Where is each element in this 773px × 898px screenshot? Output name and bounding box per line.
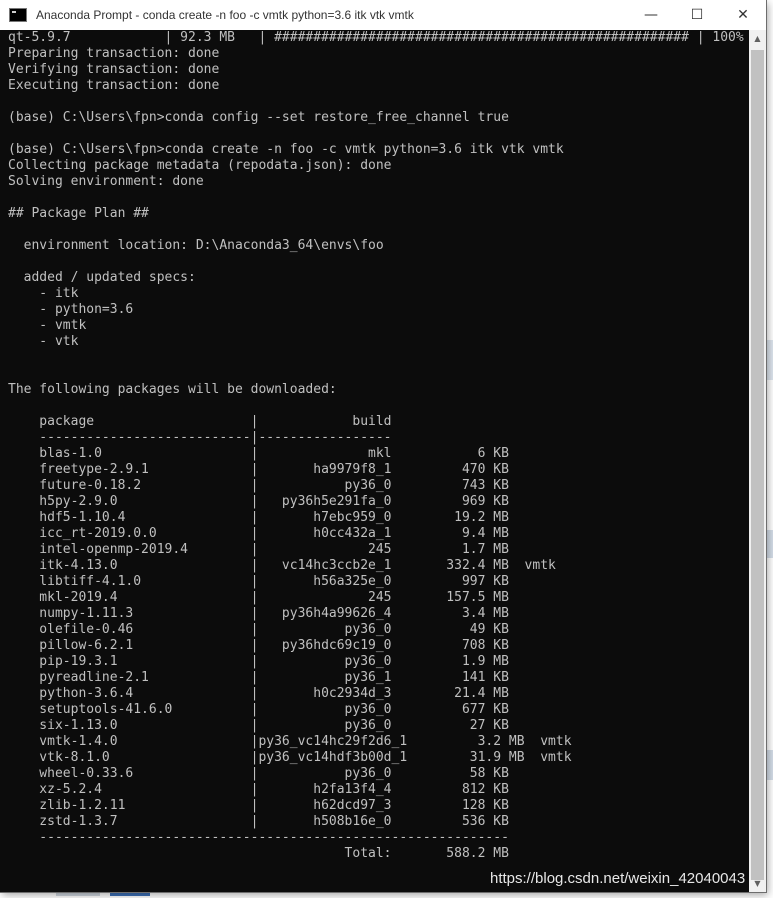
console-line: Solving environment: done bbox=[8, 174, 204, 189]
scrollbar-thumb[interactable] bbox=[751, 50, 764, 880]
console-line: Total: 588.2 MB bbox=[8, 846, 509, 861]
console-line: setuptools-41.6.0 | py36_0 677 KB bbox=[8, 702, 509, 717]
console-line: icc_rt-2019.0.0 | h0cc432a_1 9.4 MB bbox=[8, 526, 509, 541]
console-line: Verifying transaction: done bbox=[8, 62, 220, 77]
minimize-icon: — bbox=[644, 7, 658, 23]
window-title: Anaconda Prompt - conda create -n foo -c… bbox=[36, 8, 414, 22]
console-line: package | build bbox=[8, 414, 392, 429]
console-line: blas-1.0 | mkl 6 KB bbox=[8, 446, 509, 461]
console-line: libtiff-4.1.0 | h56a325e_0 997 KB bbox=[8, 574, 509, 589]
console-line: vmtk-1.4.0 |py36_vc14hc29f2d6_1 3.2 MB v… bbox=[8, 734, 572, 749]
scroll-down-icon[interactable]: ▼ bbox=[749, 875, 766, 892]
console-line: pip-19.3.1 | py36_0 1.9 MB bbox=[8, 654, 509, 669]
maximize-button[interactable]: ☐ bbox=[674, 0, 720, 30]
console-line: - vtk bbox=[8, 334, 79, 349]
console-line: qt-5.9.7 | 92.3 MB | ###################… bbox=[8, 30, 744, 45]
scroll-up-icon[interactable]: ▲ bbox=[749, 30, 766, 47]
console-line: environment location: D:\Anaconda3_64\en… bbox=[8, 238, 384, 253]
vertical-scrollbar[interactable]: ▲ ▼ bbox=[749, 30, 766, 892]
console-line: vtk-8.1.0 |py36_vc14hdf3b00d_1 31.9 MB v… bbox=[8, 750, 572, 765]
console-line: hdf5-1.10.4 | h7ebc959_0 19.2 MB bbox=[8, 510, 509, 525]
console-line: The following packages will be downloade… bbox=[8, 382, 337, 397]
background-window-edge-right bbox=[766, 30, 773, 898]
console-line: - vmtk bbox=[8, 318, 87, 333]
console-line: (base) C:\Users\fpn>conda config --set r… bbox=[8, 110, 509, 125]
console-line: Preparing transaction: done bbox=[8, 46, 220, 61]
close-button[interactable]: ✕ bbox=[720, 0, 766, 30]
console-line: numpy-1.11.3 | py36h4a99626_4 3.4 MB bbox=[8, 606, 509, 621]
console-line: ---------------------------|------------… bbox=[8, 430, 392, 445]
console-line: python-3.6.4 | h0c2934d_3 21.4 MB bbox=[8, 686, 509, 701]
console-line: h5py-2.9.0 | py36h5e291fa_0 969 KB bbox=[8, 494, 509, 509]
title-bar[interactable]: Anaconda Prompt - conda create -n foo -c… bbox=[0, 0, 766, 30]
console-line: intel-openmp-2019.4 | 245 1.7 MB bbox=[8, 542, 509, 557]
console-line: zlib-1.2.11 | h62dcd97_3 128 KB bbox=[8, 798, 509, 813]
console-line: - python=3.6 bbox=[8, 302, 134, 317]
console-window: Anaconda Prompt - conda create -n foo -c… bbox=[0, 0, 766, 892]
close-icon: ✕ bbox=[737, 7, 749, 23]
console-line: future-0.18.2 | py36_0 743 KB bbox=[8, 478, 509, 493]
console-line: mkl-2019.4 | 245 157.5 MB bbox=[8, 590, 509, 605]
console-line: pyreadline-2.1 | py36_1 141 KB bbox=[8, 670, 509, 685]
console-line: - itk bbox=[8, 286, 79, 301]
console-line: added / updated specs: bbox=[8, 270, 196, 285]
console-line: olefile-0.46 | py36_0 49 KB bbox=[8, 622, 509, 637]
console-line: freetype-2.9.1 | ha9979f8_1 470 KB bbox=[8, 462, 509, 477]
console-line: Collecting package metadata (repodata.js… bbox=[8, 158, 392, 173]
console-line: six-1.13.0 | py36_0 27 KB bbox=[8, 718, 509, 733]
console-line: (base) C:\Users\fpn>conda create -n foo … bbox=[8, 142, 564, 157]
console-line: wheel-0.33.6 | py36_0 58 KB bbox=[8, 766, 509, 781]
background-block bbox=[766, 340, 773, 380]
console-line: Executing transaction: done bbox=[8, 78, 220, 93]
console-line: xz-5.2.4 | h2fa13f4_4 812 KB bbox=[8, 782, 509, 797]
terminal-icon[interactable] bbox=[9, 8, 27, 22]
background-block bbox=[766, 750, 773, 780]
console-line: itk-4.13.0 | vc14hc3ccb2e_1 332.4 MB vmt… bbox=[8, 558, 556, 573]
console-line: zstd-1.3.7 | h508b16e_0 536 KB bbox=[8, 814, 509, 829]
console-output[interactable]: qt-5.9.7 | 92.3 MB | ###################… bbox=[0, 30, 749, 892]
console-line: ## Package Plan ## bbox=[8, 206, 149, 221]
console-line: ----------------------------------------… bbox=[8, 830, 509, 845]
minimize-button[interactable]: — bbox=[628, 0, 674, 30]
background-block bbox=[766, 530, 773, 558]
console-line: pillow-6.2.1 | py36hdc69c19_0 708 KB bbox=[8, 638, 509, 653]
watermark-url: https://blog.csdn.net/weixin_42040043 bbox=[490, 870, 746, 887]
maximize-icon: ☐ bbox=[690, 7, 704, 23]
